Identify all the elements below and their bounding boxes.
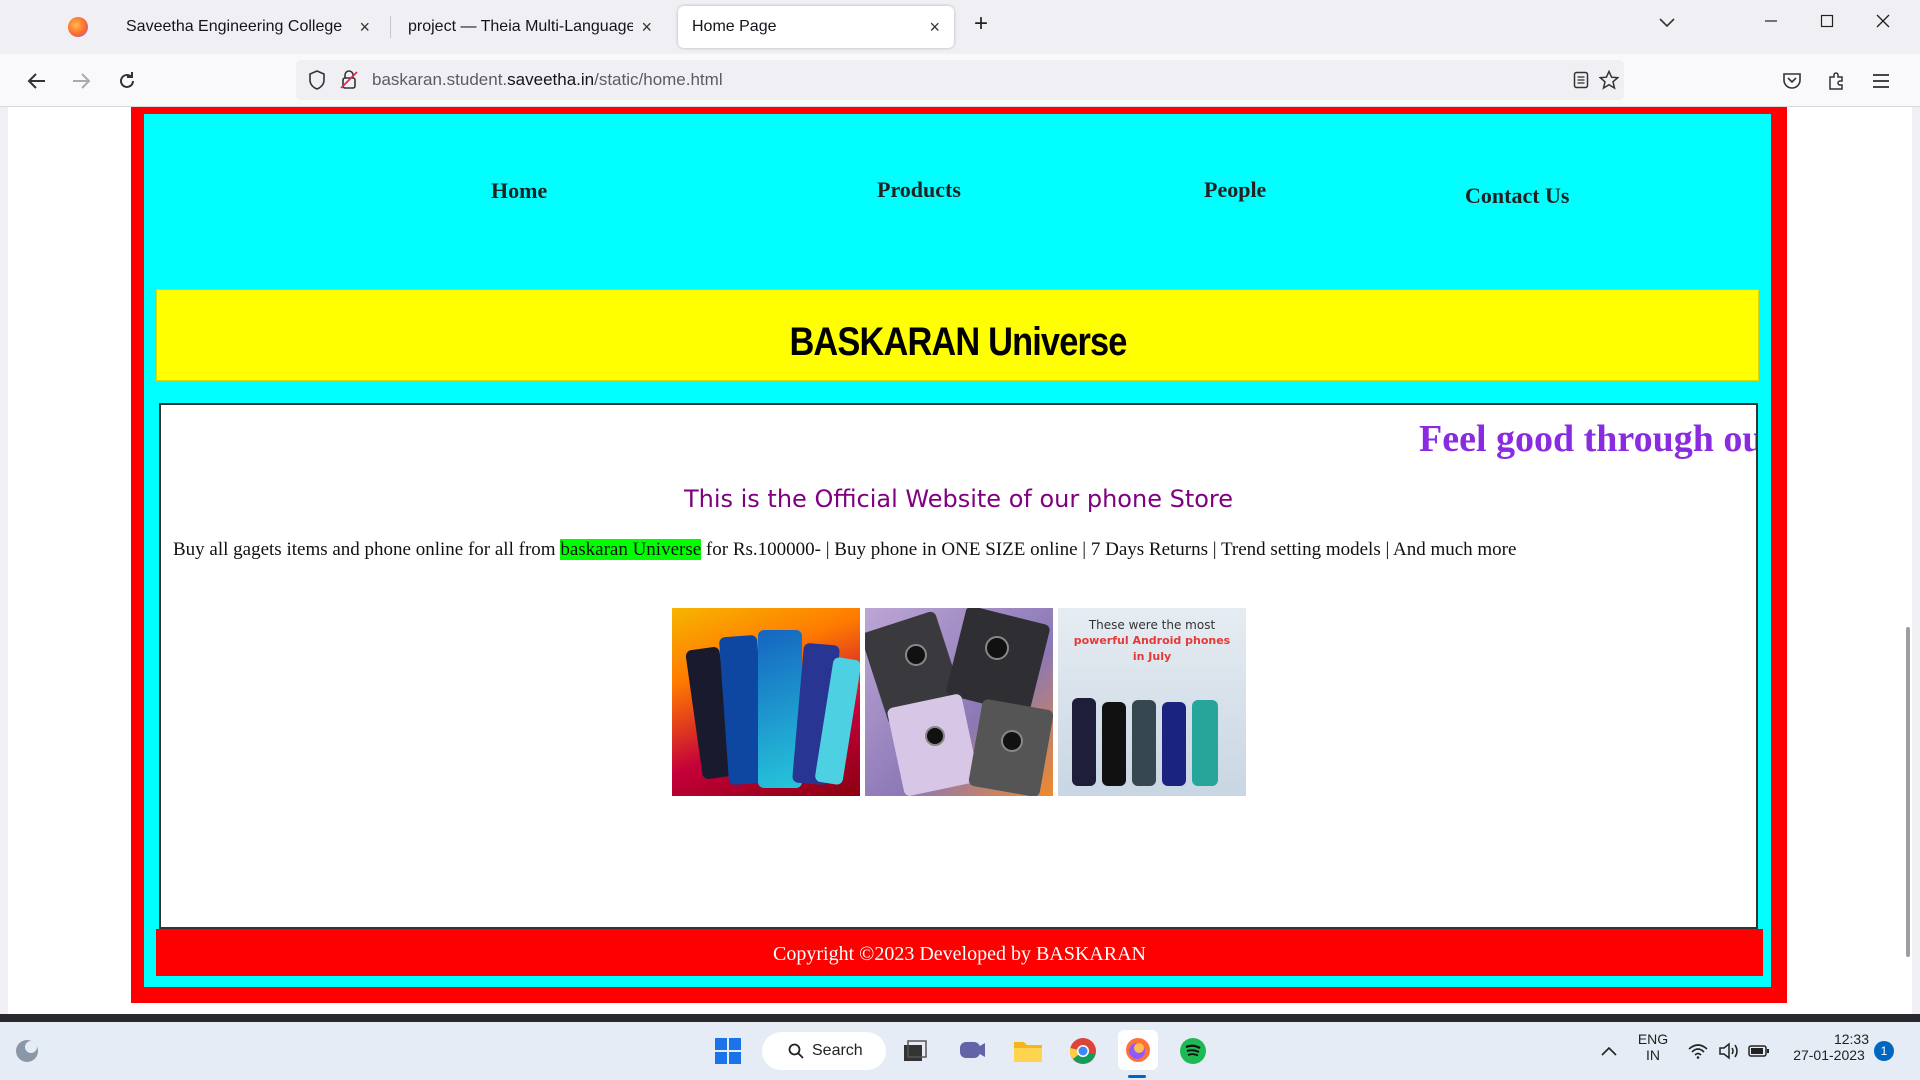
scrollbar-thumb[interactable] <box>1906 627 1910 957</box>
url-prefix: baskaran.student. <box>372 70 508 89</box>
close-window-icon[interactable] <box>1868 12 1898 33</box>
photo-caption-line: These were the most <box>1088 618 1216 632</box>
firefox-logo-icon <box>68 17 88 37</box>
task-view-icon[interactable] <box>898 1034 932 1068</box>
tab-close-icon[interactable]: × <box>929 17 940 38</box>
search-icon <box>788 1043 804 1059</box>
active-app-indicator <box>1128 1075 1146 1078</box>
nav-link-contact-us[interactable]: Contact Us <box>1465 183 1570 209</box>
store-description: Buy all gagets items and phone online fo… <box>173 539 1516 561</box>
wifi-icon[interactable] <box>1681 1034 1715 1068</box>
tab-separator <box>390 16 391 38</box>
teams-chat-icon[interactable] <box>955 1034 989 1068</box>
description-text-rest: for Rs.100000- | Buy phone in ONE SIZE o… <box>701 539 1517 560</box>
store-subtitle: This is the Official Website of our phon… <box>683 485 1234 513</box>
description-text: Buy all gagets items and phone online fo… <box>173 539 561 560</box>
tracking-shield-icon[interactable] <box>302 65 332 95</box>
phone-illustration <box>1192 700 1218 786</box>
highlighted-store-name: baskaran Universe <box>560 539 702 560</box>
back-arrow-icon[interactable] <box>22 66 52 96</box>
list-all-tabs-icon[interactable] <box>1652 12 1682 33</box>
battery-icon[interactable] <box>1742 1034 1776 1068</box>
taskbar-search-box[interactable]: Search <box>762 1032 886 1070</box>
clock-time: 12:33 <box>1833 1031 1869 1047</box>
tab-saveetha[interactable]: Saveetha Engineering College × <box>112 6 384 48</box>
page-red-border: Home Products People Contact Us BASKARAN… <box>131 107 1787 1003</box>
browser-navigation-bar: baskaran.student.saveetha.in/static/home… <box>0 54 1920 107</box>
phone-illustration <box>1072 698 1096 786</box>
windows-start-icon[interactable] <box>711 1034 745 1068</box>
file-explorer-icon[interactable] <box>1011 1034 1045 1068</box>
site-banner: BASKARAN Universe <box>156 289 1759 381</box>
language-indicator[interactable]: ENG IN <box>1636 1031 1670 1063</box>
phones-photo-2[interactable] <box>865 608 1053 796</box>
tab-label: Saveetha Engineering College <box>126 18 343 35</box>
spotify-icon[interactable] <box>1176 1034 1210 1068</box>
nav-link-people[interactable]: People <box>1204 177 1266 203</box>
site-title: BASKARAN Universe <box>788 320 1127 364</box>
photo-caption-line: in July <box>1132 650 1172 663</box>
volume-icon[interactable] <box>1712 1034 1746 1068</box>
url-path: /static/home.html <box>594 70 723 89</box>
tab-label: Home Page <box>692 18 777 35</box>
clock[interactable]: 12:33 27-01-2023 <box>1783 1031 1875 1063</box>
photo-caption-line: powerful Android phones <box>1073 634 1231 647</box>
browser-tab-bar: Saveetha Engineering College × project —… <box>0 0 1920 54</box>
show-hidden-icons-chevron-icon[interactable] <box>1592 1034 1626 1068</box>
page-viewport: Home Products People Contact Us BASKARAN… <box>8 107 1912 1014</box>
product-photo-row: These were the most powerful Android pho… <box>672 608 1246 796</box>
chrome-icon[interactable] <box>1066 1034 1100 1068</box>
language-code: ENG <box>1637 1031 1669 1047</box>
insecure-lock-icon[interactable] <box>334 65 364 95</box>
tab-label: project — Theia Multi-Language Ex <box>408 18 634 35</box>
main-content-box: Feel good through our This is the Offici… <box>159 403 1758 929</box>
camera-lens-illustration <box>925 726 945 746</box>
maximize-window-icon[interactable] <box>1812 12 1842 33</box>
url-text[interactable]: baskaran.student.saveetha.in/static/home… <box>372 70 723 90</box>
camera-lens-illustration <box>985 636 1009 660</box>
nav-link-home[interactable]: Home <box>491 178 547 204</box>
phone-illustration <box>1162 702 1186 786</box>
search-label: Search <box>812 1042 863 1059</box>
region-code: IN <box>1646 1047 1660 1063</box>
tab-home-page[interactable]: Home Page × <box>678 6 954 48</box>
camera-lens-illustration <box>905 644 927 666</box>
scrolling-marquee-text: Feel good through our <box>1419 418 1758 460</box>
page-footer: Copyright ©2023 Developed by BASKARAN <box>156 929 1763 976</box>
copyright-text: Copyright ©2023 Developed by BASKARAN <box>773 943 1146 965</box>
tab-theia-project[interactable]: project — Theia Multi-Language Ex × <box>394 6 666 48</box>
page-cyan-container: Home Products People Contact Us BASKARAN… <box>144 114 1771 987</box>
new-tab-button[interactable]: + <box>966 10 996 38</box>
phones-photo-3[interactable]: These were the most powerful Android pho… <box>1058 608 1246 796</box>
phone-illustration <box>1132 700 1156 786</box>
bookmark-star-icon[interactable] <box>1594 65 1624 95</box>
tab-firefox[interactable] <box>54 6 110 48</box>
reload-icon[interactable] <box>112 66 142 96</box>
window-bottom-edge <box>0 1014 1920 1022</box>
app-menu-hamburger-icon[interactable] <box>1866 66 1896 96</box>
forward-arrow-icon[interactable] <box>66 66 96 96</box>
widgets-weather-icon[interactable] <box>10 1034 44 1068</box>
page-scrollbar[interactable] <box>1900 107 1912 1014</box>
nav-link-products[interactable]: Products <box>877 177 961 203</box>
windows-taskbar: Search ENG IN 12:33 27-01-2023 1 <box>0 1022 1920 1080</box>
camera-lens-illustration <box>1001 730 1023 752</box>
reader-view-icon[interactable] <box>1566 65 1596 95</box>
clock-date: 27-01-2023 <box>1793 1047 1865 1063</box>
notification-badge[interactable]: 1 <box>1874 1041 1894 1061</box>
tab-close-icon[interactable]: × <box>359 17 370 38</box>
pocket-icon[interactable] <box>1777 66 1807 96</box>
phone-illustration <box>1102 702 1126 786</box>
phones-photo-1[interactable] <box>672 608 860 796</box>
extensions-puzzle-icon[interactable] <box>1822 66 1852 96</box>
minimize-window-icon[interactable] <box>1756 12 1786 33</box>
tab-close-icon[interactable]: × <box>641 17 652 38</box>
url-domain: saveetha.in <box>507 70 595 89</box>
address-bar[interactable]: baskaran.student.saveetha.in/static/home… <box>296 60 1624 100</box>
firefox-taskbar-icon[interactable] <box>1118 1030 1158 1070</box>
